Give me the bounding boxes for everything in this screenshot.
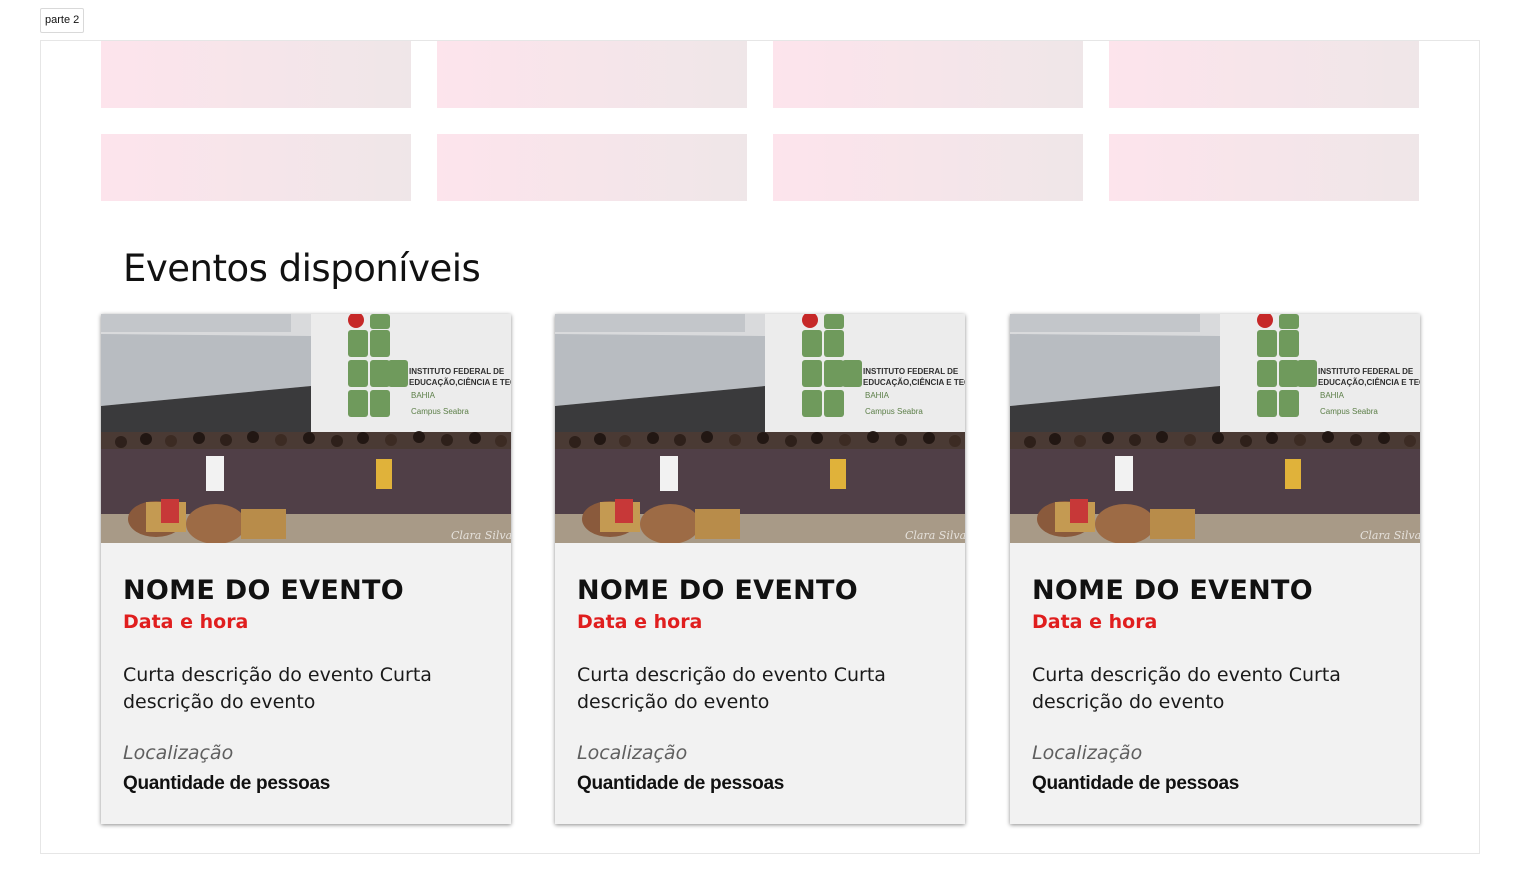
placeholder-tile[interactable] <box>101 134 411 201</box>
event-card[interactable]: INSTITUTO FEDERAL DE EDUCAÇÃO,CIÊNCIA E … <box>101 314 511 824</box>
frame-label: parte 2 <box>40 8 85 33</box>
placeholder-tile[interactable] <box>773 41 1083 108</box>
sign-line-1: INSTITUTO FEDERAL DE <box>863 367 959 376</box>
event-date: Data e hora <box>577 611 703 633</box>
event-description: Curta descrição do evento Curta descriçã… <box>1032 664 1341 713</box>
sign-line-2: EDUCAÇÃO,CIÊNCIA E TECNOLOGIA <box>1318 378 1420 387</box>
event-capacity: Quantidade de pessoas <box>1032 773 1239 794</box>
page-frame: Eventos disponíveis INSTITUTO FEDERAL DE… <box>40 40 1480 854</box>
placeholder-tile[interactable] <box>773 134 1083 201</box>
photo-watermark: Clara Silva <box>905 529 965 542</box>
event-card-body: NOME DO EVENTO Data e hora Curta descriç… <box>1032 573 1402 797</box>
event-description: Curta descrição do evento Curta descriçã… <box>123 664 432 713</box>
event-description: Curta descrição do evento Curta descriçã… <box>577 664 886 713</box>
event-title: NOME DO EVENTO <box>577 575 858 606</box>
placeholder-tile-grid <box>101 41 1420 201</box>
event-capacity: Quantidade de pessoas <box>577 773 784 794</box>
event-title: NOME DO EVENTO <box>1032 575 1313 606</box>
sign-line-2: EDUCAÇÃO,CIÊNCIA E TECNOLOGIA <box>409 378 511 387</box>
event-photo: INSTITUTO FEDERAL DE EDUCAÇÃO,CIÊNCIA E … <box>101 314 511 543</box>
event-capacity: Quantidade de pessoas <box>123 773 330 794</box>
sign-line-4: Campus Seabra <box>1320 407 1378 416</box>
photo-watermark: Clara Silva <box>1360 529 1420 542</box>
event-photo-image: INSTITUTO FEDERAL DE EDUCAÇÃO,CIÊNCIA E … <box>1010 314 1420 543</box>
event-card-body: NOME DO EVENTO Data e hora Curta descriç… <box>577 573 947 797</box>
event-photo-image: INSTITUTO FEDERAL DE EDUCAÇÃO,CIÊNCIA E … <box>555 314 965 543</box>
event-location: Localização <box>577 742 688 764</box>
event-card-body: NOME DO EVENTO Data e hora Curta descriç… <box>123 573 493 797</box>
event-photo-image: INSTITUTO FEDERAL DE EDUCAÇÃO,CIÊNCIA E … <box>101 314 511 543</box>
placeholder-tile[interactable] <box>437 41 747 108</box>
event-date: Data e hora <box>123 611 249 633</box>
sign-line-2: EDUCAÇÃO,CIÊNCIA E TECNOLOGIA <box>863 378 965 387</box>
event-photo: INSTITUTO FEDERAL DE EDUCAÇÃO,CIÊNCIA E … <box>555 314 965 543</box>
sign-line-3: BAHIA <box>1320 391 1345 400</box>
event-location: Localização <box>1032 742 1143 764</box>
event-date: Data e hora <box>1032 611 1158 633</box>
placeholder-tile[interactable] <box>101 41 411 108</box>
event-location: Localização <box>123 742 234 764</box>
placeholder-tile[interactable] <box>1109 134 1419 201</box>
placeholder-tile[interactable] <box>1109 41 1419 108</box>
event-title: NOME DO EVENTO <box>123 575 404 606</box>
sign-line-3: BAHIA <box>865 391 890 400</box>
section-title: Eventos disponíveis <box>123 247 481 290</box>
event-card[interactable]: INSTITUTO FEDERAL DE EDUCAÇÃO,CIÊNCIA E … <box>1010 314 1420 824</box>
photo-watermark: Clara Silva <box>451 529 511 542</box>
sign-line-1: INSTITUTO FEDERAL DE <box>1318 367 1414 376</box>
sign-line-4: Campus Seabra <box>411 407 469 416</box>
sign-line-1: INSTITUTO FEDERAL DE <box>409 367 505 376</box>
event-photo: INSTITUTO FEDERAL DE EDUCAÇÃO,CIÊNCIA E … <box>1010 314 1420 543</box>
event-card[interactable]: INSTITUTO FEDERAL DE EDUCAÇÃO,CIÊNCIA E … <box>555 314 965 824</box>
sign-line-4: Campus Seabra <box>865 407 923 416</box>
sign-line-3: BAHIA <box>411 391 436 400</box>
placeholder-tile[interactable] <box>437 134 747 201</box>
